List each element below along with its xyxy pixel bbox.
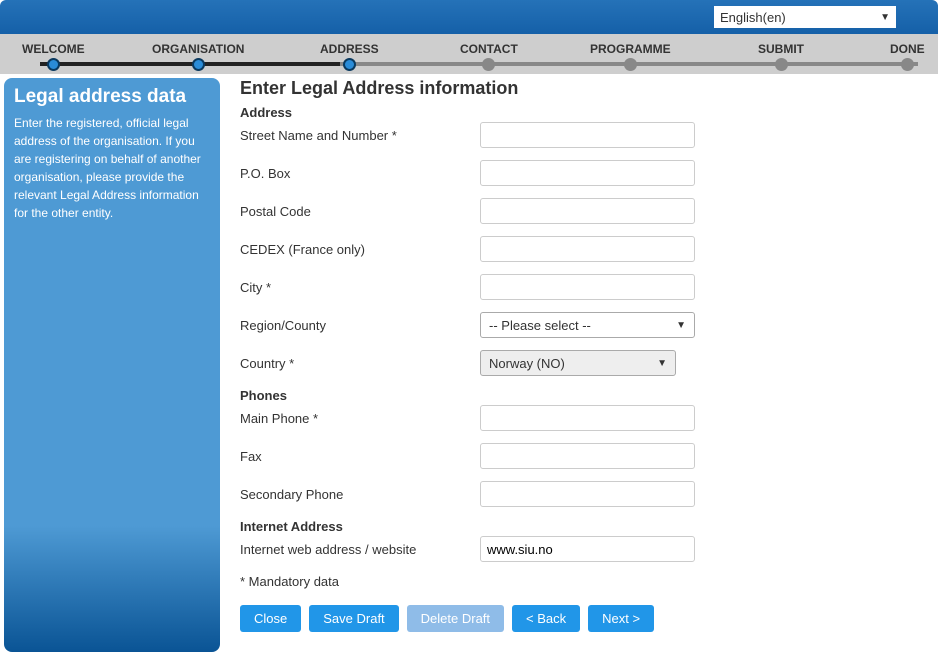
step-done: DONE [890,42,925,71]
step-submit: SUBMIT [758,42,804,71]
city-input[interactable] [480,274,695,300]
step-dot-icon [624,58,637,71]
postal-input[interactable] [480,198,695,224]
step-label: ORGANISATION [152,42,244,56]
website-input[interactable] [480,536,695,562]
chevron-down-icon: ▼ [880,12,890,23]
page-title: Enter Legal Address information [240,78,918,99]
section-phones-heading: Phones [240,388,918,403]
step-programme: PROGRAMME [590,42,671,71]
step-contact: CONTACT [460,42,518,71]
step-label: WELCOME [22,42,85,56]
cedex-label: CEDEX (France only) [240,242,480,257]
top-bar: English(en) ▼ [0,0,938,34]
step-welcome: WELCOME [22,42,85,71]
postal-label: Postal Code [240,204,480,219]
region-label: Region/County [240,318,480,333]
step-dot-icon [482,58,495,71]
row-city: City * [240,274,918,300]
back-button[interactable]: < Back [512,605,580,632]
step-label: PROGRAMME [590,42,671,56]
region-selected: -- Please select -- [489,318,591,333]
step-dot-icon [343,58,356,71]
main-phone-label: Main Phone * [240,411,480,426]
sidebar-title: Legal address data [14,86,210,108]
row-street: Street Name and Number * [240,122,918,148]
sidebar-text: Enter the registered, official legal add… [14,114,210,222]
row-secondary-phone: Secondary Phone [240,481,918,507]
step-label: SUBMIT [758,42,804,56]
step-dot-icon [775,58,788,71]
row-postal: Postal Code [240,198,918,224]
sidebar: Legal address data Enter the registered,… [4,78,220,652]
step-dot-icon [192,58,205,71]
progress-bar: WELCOME ORGANISATION ADDRESS CONTACT PRO… [0,34,938,74]
secondary-phone-input[interactable] [480,481,695,507]
step-label: DONE [890,42,925,56]
row-website: Internet web address / website [240,536,918,562]
website-label: Internet web address / website [240,542,480,557]
save-draft-button[interactable]: Save Draft [309,605,398,632]
language-select[interactable]: English(en) ▼ [714,6,896,28]
mandatory-note: * Mandatory data [240,574,918,589]
progress-line-done [40,62,340,66]
country-label: Country * [240,356,480,371]
step-label: CONTACT [460,42,518,56]
language-selected: English(en) [720,10,786,25]
step-organisation: ORGANISATION [152,42,244,71]
cedex-input[interactable] [480,236,695,262]
step-dot-icon [47,58,60,71]
section-internet-heading: Internet Address [240,519,918,534]
main: Enter Legal Address information Address … [240,78,938,652]
section-address-heading: Address [240,105,918,120]
content: Legal address data Enter the registered,… [0,74,938,652]
row-cedex: CEDEX (France only) [240,236,918,262]
fax-label: Fax [240,449,480,464]
region-select[interactable]: -- Please select -- ▼ [480,312,695,338]
row-region: Region/County -- Please select -- ▼ [240,312,918,338]
main-phone-input[interactable] [480,405,695,431]
fax-input[interactable] [480,443,695,469]
chevron-down-icon: ▼ [676,320,686,331]
next-button[interactable]: Next > [588,605,654,632]
chevron-down-icon: ▼ [657,358,667,369]
city-label: City * [240,280,480,295]
street-input[interactable] [480,122,695,148]
pobox-label: P.O. Box [240,166,480,181]
secondary-phone-label: Secondary Phone [240,487,480,502]
row-country: Country * Norway (NO) ▼ [240,350,918,376]
step-dot-icon [901,58,914,71]
button-row: Close Save Draft Delete Draft < Back Nex… [240,605,918,632]
pobox-input[interactable] [480,160,695,186]
row-fax: Fax [240,443,918,469]
country-selected: Norway (NO) [489,356,565,371]
row-main-phone: Main Phone * [240,405,918,431]
country-select[interactable]: Norway (NO) ▼ [480,350,676,376]
step-address: ADDRESS [320,42,379,71]
delete-draft-button[interactable]: Delete Draft [407,605,504,632]
close-button[interactable]: Close [240,605,301,632]
step-label: ADDRESS [320,42,379,56]
street-label: Street Name and Number * [240,128,480,143]
row-pobox: P.O. Box [240,160,918,186]
